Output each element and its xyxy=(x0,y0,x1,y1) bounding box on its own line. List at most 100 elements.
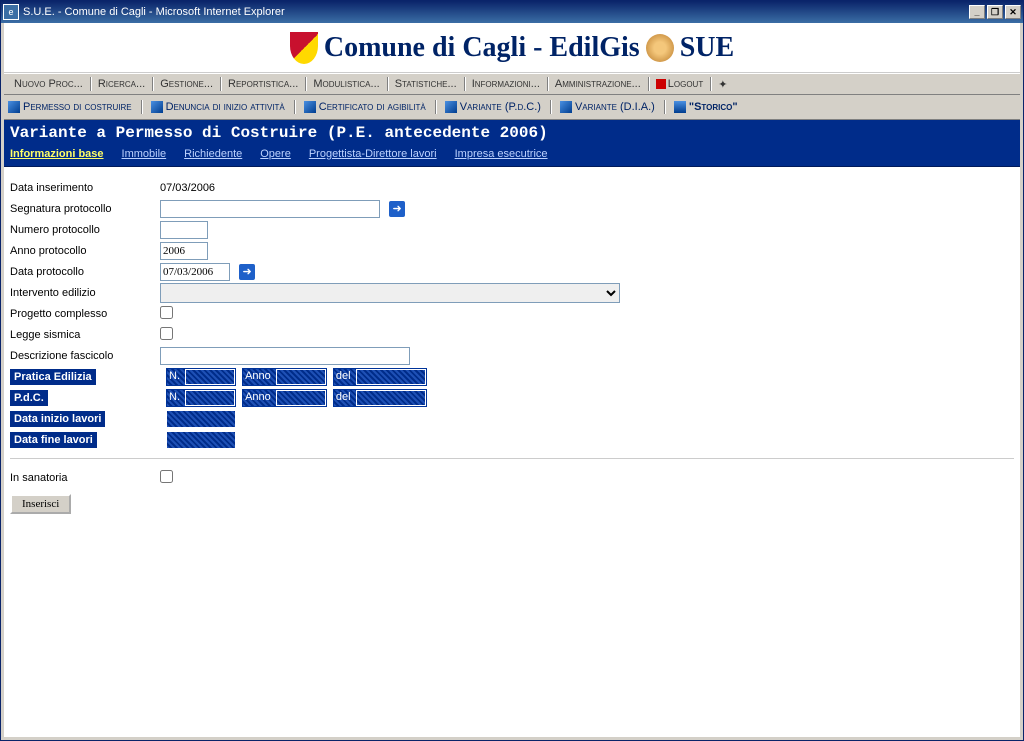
menu-logout-label: Logout xyxy=(668,78,703,90)
label-data-inizio-lavori: Data inizio lavori xyxy=(10,411,105,427)
input-data-inizio-lavori[interactable] xyxy=(166,410,236,428)
menu-extra-icon[interactable]: ✦ xyxy=(712,76,733,93)
subnav-informazioni-base[interactable]: Informazioni base xyxy=(10,148,104,160)
label-pdc: P.d.C. xyxy=(10,390,48,406)
form-area: Data inserimento 07/03/2006 Segnatura pr… xyxy=(4,167,1020,737)
cube-icon xyxy=(304,101,316,113)
input-numero-protocollo[interactable] xyxy=(160,221,208,239)
menu-gestione[interactable]: Gestione... xyxy=(154,76,219,92)
row-numero-protocollo: Numero protocollo xyxy=(10,219,1014,240)
label-descrizione-fascicolo: Descrizione fascicolo xyxy=(10,350,160,362)
logout-icon xyxy=(656,79,666,89)
sublabel-n: N. xyxy=(167,370,182,382)
tab-label: Variante (D.I.A.) xyxy=(575,101,655,113)
input-anno-protocollo[interactable] xyxy=(160,242,208,260)
checkbox-legge-sismica[interactable] xyxy=(160,327,173,340)
tab-label: Permesso di costruire xyxy=(23,101,132,113)
menu-amministrazione[interactable]: Amministrazione... xyxy=(549,76,647,92)
subnav-impresa[interactable]: Impresa esecutrice xyxy=(455,148,548,160)
row-data-fine-lavori: Data fine lavori xyxy=(10,429,1014,450)
checkbox-progetto-complesso[interactable] xyxy=(160,306,173,319)
content-area: Comune di Cagli - EdilGis SUE Nuovo Proc… xyxy=(1,23,1023,740)
input-pe-anno[interactable] xyxy=(276,369,326,385)
label-anno-protocollo: Anno protocollo xyxy=(10,245,160,257)
row-anno-protocollo: Anno protocollo xyxy=(10,240,1014,261)
sublabel-del: del xyxy=(334,370,353,382)
sublabel-n: N. xyxy=(167,391,182,403)
tab-dia[interactable]: Denuncia di inizio attività xyxy=(151,101,285,113)
tab-agibilita[interactable]: Certificato di agibilità xyxy=(304,101,426,113)
calendar-data-protocollo-icon[interactable]: ➜ xyxy=(239,264,255,280)
tab-storico[interactable]: "Storico" xyxy=(674,101,738,113)
titlebar: e S.U.E. - Comune di Cagli - Microsoft I… xyxy=(1,1,1023,23)
row-data-protocollo: Data protocollo ➜ xyxy=(10,261,1014,282)
input-pdc-del[interactable] xyxy=(356,390,426,406)
window-title: S.U.E. - Comune di Cagli - Microsoft Int… xyxy=(23,6,969,18)
subnav-progettista[interactable]: Progettista-Direttore lavori xyxy=(309,148,437,160)
restore-button[interactable]: ❐ xyxy=(987,5,1003,19)
ammonite-icon xyxy=(646,34,674,62)
sublabel-anno: Anno xyxy=(243,391,273,403)
tab-label: "Storico" xyxy=(689,101,738,113)
window-buttons: _ ❐ ✕ xyxy=(969,5,1021,19)
crest-icon xyxy=(290,32,318,64)
subnav-opere[interactable]: Opere xyxy=(260,148,291,160)
cube-icon xyxy=(8,101,20,113)
close-button[interactable]: ✕ xyxy=(1005,5,1021,19)
submit-button[interactable]: Inserisci xyxy=(10,494,71,514)
label-data-fine-lavori: Data fine lavori xyxy=(10,432,97,448)
label-data-protocollo: Data protocollo xyxy=(10,266,160,278)
input-pe-n[interactable] xyxy=(185,369,235,385)
row-pratica-edilizia: Pratica Edilizia N. Anno del xyxy=(10,366,1014,387)
menu-logout[interactable]: Logout xyxy=(650,76,709,92)
tab-variante-dia[interactable]: Variante (D.I.A.) xyxy=(560,101,655,113)
select-intervento-edilizio[interactable] xyxy=(160,283,620,303)
cube-icon xyxy=(445,101,457,113)
tab-permesso-costruire[interactable]: Permesso di costruire xyxy=(8,101,132,113)
input-pdc-anno[interactable] xyxy=(276,390,326,406)
checkbox-in-sanatoria[interactable] xyxy=(160,470,173,483)
group-pe-anno: Anno xyxy=(242,368,327,386)
row-data-inizio-lavori: Data inizio lavori xyxy=(10,408,1014,429)
menu-nuovo-proc[interactable]: Nuovo Proc... xyxy=(8,76,89,92)
menu-informazioni[interactable]: Informazioni... xyxy=(466,76,546,92)
row-segnatura-protocollo: Segnatura protocollo ➜ xyxy=(10,198,1014,219)
menu-reportistica[interactable]: Reportistica... xyxy=(222,76,304,92)
menu-ricerca[interactable]: Ricerca... xyxy=(92,76,151,92)
menu-statistiche[interactable]: Statistiche... xyxy=(389,76,463,92)
value-data-inserimento: 07/03/2006 xyxy=(160,182,215,194)
tab-label: Certificato di agibilità xyxy=(319,101,426,113)
group-pe-n: N. xyxy=(166,368,236,386)
input-data-fine-lavori[interactable] xyxy=(166,431,236,449)
group-pdc-anno: Anno xyxy=(242,389,327,407)
input-segnatura-protocollo[interactable] xyxy=(160,200,380,218)
lookup-segnatura-icon[interactable]: ➜ xyxy=(389,201,405,217)
label-pratica-edilizia: Pratica Edilizia xyxy=(10,369,96,385)
group-pdc-n: N. xyxy=(166,389,236,407)
sublabel-anno: Anno xyxy=(243,370,273,382)
row-descrizione-fascicolo: Descrizione fascicolo xyxy=(10,345,1014,366)
cube-icon xyxy=(151,101,163,113)
app-window: e S.U.E. - Comune di Cagli - Microsoft I… xyxy=(0,0,1024,741)
ie-icon: e xyxy=(3,4,19,20)
row-intervento-edilizio: Intervento edilizio xyxy=(10,282,1014,303)
tab-variante-pdc[interactable]: Variante (P.d.C.) xyxy=(445,101,541,113)
row-legge-sismica: Legge sismica xyxy=(10,324,1014,345)
input-pdc-n[interactable] xyxy=(185,390,235,406)
label-in-sanatoria: In sanatoria xyxy=(10,472,160,484)
header-banner: Comune di Cagli - EdilGis SUE xyxy=(4,23,1020,73)
input-pe-del[interactable] xyxy=(356,369,426,385)
row-data-inserimento: Data inserimento 07/03/2006 xyxy=(10,177,1014,198)
separator xyxy=(10,458,1014,459)
top-menu: Nuovo Proc... Ricerca... Gestione... Rep… xyxy=(4,73,1020,95)
subnav-richiedente[interactable]: Richiedente xyxy=(184,148,242,160)
input-data-protocollo[interactable] xyxy=(160,263,230,281)
tab-label: Denuncia di inizio attività xyxy=(166,101,285,113)
menu-modulistica[interactable]: Modulistica... xyxy=(307,76,385,92)
sub-nav: Informazioni base Immobile Richiedente O… xyxy=(4,146,1020,167)
minimize-button[interactable]: _ xyxy=(969,5,985,19)
subnav-immobile[interactable]: Immobile xyxy=(122,148,167,160)
input-descrizione-fascicolo[interactable] xyxy=(160,347,410,365)
tab-bar: Permesso di costruire Denuncia di inizio… xyxy=(4,95,1020,120)
banner-text-a: Comune di Cagli - EdilGis xyxy=(324,32,640,64)
